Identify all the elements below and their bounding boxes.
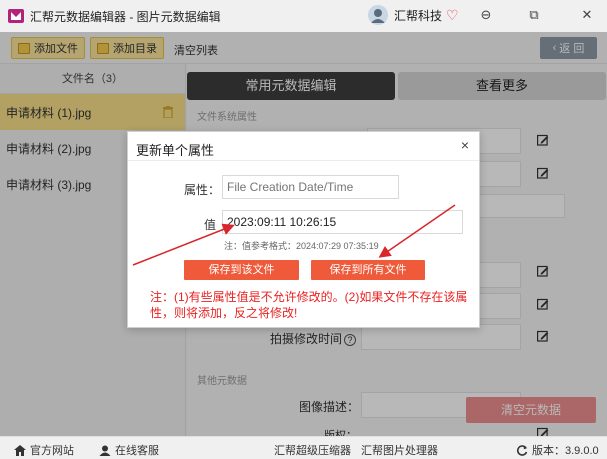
value-input[interactable] — [222, 210, 463, 234]
dialog-title: 更新单个属性 — [136, 143, 215, 158]
close-window-button[interactable]: ✕ — [578, 6, 596, 24]
dialog-divider — [128, 160, 479, 161]
property-label: 属性： — [184, 183, 221, 197]
save-to-all-files-button[interactable]: 保存到所有文件 — [311, 260, 425, 280]
user-name: 汇帮科技 — [394, 8, 443, 23]
support-icon — [99, 445, 111, 456]
minimize-button[interactable]: ⊖ — [477, 6, 495, 24]
compressor-link[interactable]: 汇帮超级压缩器 — [274, 442, 351, 458]
status-bar: 官方网站 在线客服 汇帮超级压缩器 汇帮图片处理器 版本：3.9.0.0 — [0, 436, 607, 459]
value-label: 值 — [204, 218, 217, 232]
update-property-dialog: 更新单个属性 × 属性： 值 注：值参考格式：2024:07:29 07:35:… — [127, 131, 480, 328]
version-label: 版本：3.9.0.0 — [532, 445, 599, 457]
online-support-label: 在线客服 — [115, 445, 159, 457]
home-icon — [14, 444, 26, 456]
save-to-this-file-button[interactable]: 保存到该文件 — [184, 260, 299, 280]
restore-button[interactable]: ⧉ — [525, 6, 543, 24]
heart-icon[interactable]: ♡ — [446, 7, 459, 24]
official-website-label: 官方网站 — [30, 445, 74, 457]
refresh-icon — [516, 444, 528, 456]
official-website-link[interactable]: 官方网站 — [14, 442, 74, 458]
window-title: 汇帮元数据编辑器 - 图片元数据编辑 — [30, 9, 221, 24]
app-logo-icon — [8, 9, 24, 23]
property-input[interactable] — [222, 175, 399, 199]
avatar — [368, 5, 388, 25]
dialog-note: 注：(1)有些属性值是不允许修改的。(2)如果文件不存在该属性，则将添加，反之将… — [150, 290, 468, 320]
format-hint: 注：值参考格式：2024:07:29 07:35:19 — [224, 241, 379, 251]
user-account[interactable]: 汇帮科技 ♡ — [368, 5, 459, 25]
image-processor-link[interactable]: 汇帮图片处理器 — [361, 442, 438, 458]
online-support-link[interactable]: 在线客服 — [99, 442, 159, 458]
version-info[interactable]: 版本：3.9.0.0 — [516, 442, 599, 458]
dialog-close-button[interactable]: × — [461, 137, 469, 153]
title-bar: 汇帮元数据编辑器 - 图片元数据编辑 汇帮科技 ♡ ⊖ ⧉ ✕ — [0, 0, 607, 32]
